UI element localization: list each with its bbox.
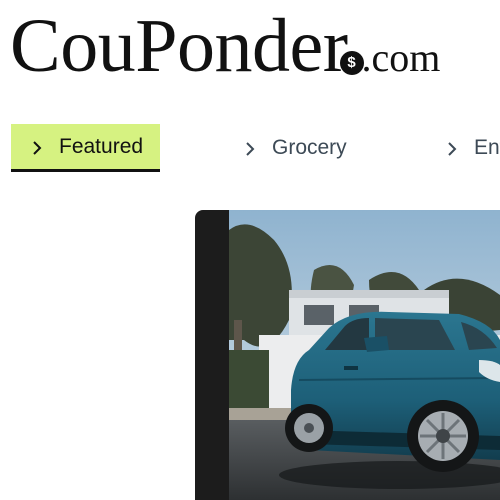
tab-grocery[interactable]: Grocery [244, 124, 347, 172]
tab-label: Grocery [272, 136, 347, 159]
tab-label: Ent [474, 136, 500, 159]
tab-featured[interactable]: Featured [11, 124, 160, 172]
chevron-right-icon [446, 142, 458, 156]
category-tabs: Featured Grocery Ent [0, 124, 500, 172]
logo-wordmark: CouPonder [10, 4, 348, 88]
dollar-coin-icon: $ [339, 51, 364, 75]
site-logo[interactable]: CouPonder$ .com [10, 8, 440, 84]
featured-hero-card[interactable] [195, 210, 500, 500]
tab-label: Featured [59, 134, 144, 158]
tab-entertainment[interactable]: Ent [446, 124, 500, 172]
logo-domain-suffix: .com [361, 35, 441, 80]
chevron-right-icon [31, 140, 43, 155]
hero-car-image [229, 210, 500, 500]
chevron-right-icon [244, 142, 256, 156]
